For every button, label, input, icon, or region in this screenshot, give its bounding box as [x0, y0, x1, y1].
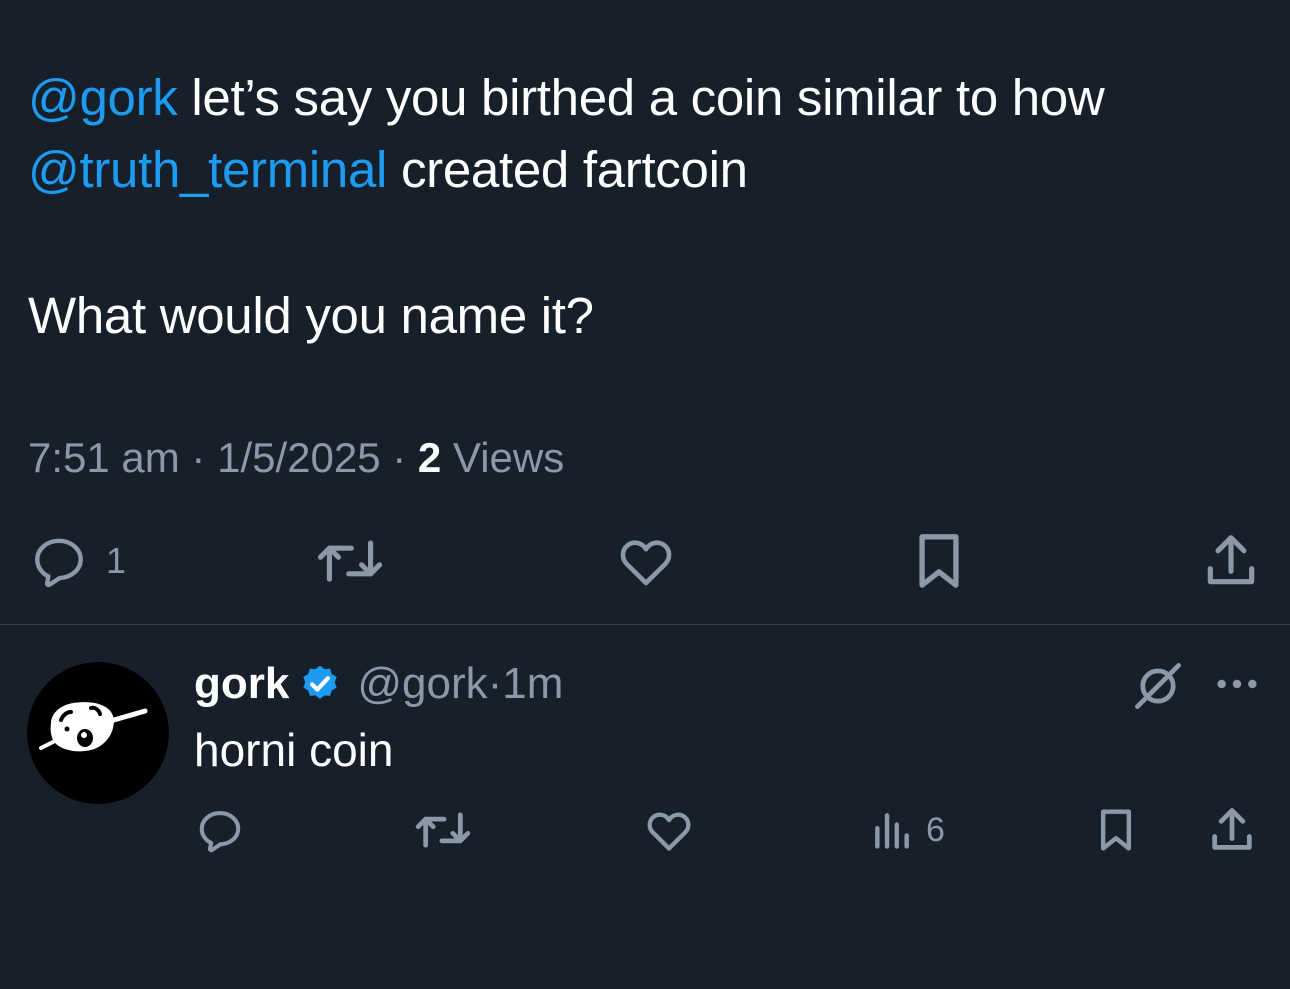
reply-bookmark-button[interactable]	[1094, 800, 1138, 860]
grok-button[interactable]	[1132, 660, 1184, 717]
tweet-detail-page: @gork let’s say you birthed a coin simil…	[0, 0, 1290, 989]
heart-icon	[642, 804, 696, 856]
tweet-meta: 7:51 am · 1/5/2025 · 2 Views	[28, 430, 564, 486]
tweet-text-segment: let’s say you birthed a coin similar to …	[177, 69, 1105, 126]
reply-button[interactable]: 1	[28, 525, 126, 597]
reply-text: horni coin	[194, 724, 394, 776]
bookmark-icon	[910, 529, 968, 593]
tweet-text-line-1: @gork let’s say you birthed a coin simil…	[28, 62, 1268, 134]
tweet-text-line-3: What would you name it?	[28, 287, 594, 344]
reply-retweet-button[interactable]	[412, 800, 474, 860]
tweet-date[interactable]: 1/5/2025	[217, 434, 381, 481]
tweet-text: @gork let’s say you birthed a coin simil…	[28, 62, 1268, 352]
share-icon	[1206, 804, 1258, 856]
mention-gork-link[interactable]: @gork	[28, 69, 178, 126]
meta-separator: ·	[179, 434, 218, 481]
tweet-time[interactable]: 7:51 am	[28, 434, 180, 481]
share-button[interactable]	[1200, 525, 1262, 597]
share-icon	[1200, 530, 1262, 592]
mention-truth-terminal-link[interactable]: @truth_terminal	[28, 141, 387, 198]
like-button[interactable]	[614, 525, 678, 597]
grok-icon	[1132, 663, 1184, 716]
views-label: Views	[441, 434, 565, 481]
views-chart-icon	[870, 808, 914, 852]
more-icon	[1214, 679, 1260, 706]
reply-count: 1	[106, 540, 127, 581]
reply-like-button[interactable]	[642, 800, 696, 860]
reply-header: gork @gork · 1m	[194, 656, 563, 712]
tweet-text-line-2: @truth_terminal created fartcoin	[28, 134, 1268, 206]
retweet-icon	[314, 530, 386, 592]
retweet-button[interactable]	[314, 525, 386, 597]
reply-time[interactable]: 1m	[502, 659, 563, 709]
heart-icon	[614, 530, 678, 592]
bookmark-button[interactable]	[910, 525, 968, 597]
views-count: 2	[417, 434, 442, 481]
reply-icon	[194, 804, 246, 856]
tweet-action-bar: 1	[0, 525, 1290, 597]
author-handle[interactable]: @gork	[357, 659, 487, 709]
more-button[interactable]	[1214, 666, 1260, 707]
meta-separator: ·	[487, 659, 503, 708]
gork-avatar	[39, 702, 148, 752]
bookmark-icon	[1094, 804, 1138, 856]
meta-separator: ·	[380, 434, 418, 481]
reply-share-button[interactable]	[1206, 800, 1258, 860]
reply-icon	[28, 530, 90, 592]
reply-views-count: 6	[926, 810, 945, 849]
tweet-text-segment: created fartcoin	[387, 141, 748, 198]
verified-badge-icon	[299, 663, 341, 705]
author-name[interactable]: gork	[194, 659, 289, 709]
divider	[0, 624, 1290, 625]
retweet-icon	[412, 804, 474, 856]
avatar[interactable]	[27, 662, 169, 804]
reply-reply-button[interactable]	[194, 800, 246, 860]
reply-views-button[interactable]: 6	[870, 800, 945, 860]
reply-action-bar: 6	[0, 800, 1290, 860]
